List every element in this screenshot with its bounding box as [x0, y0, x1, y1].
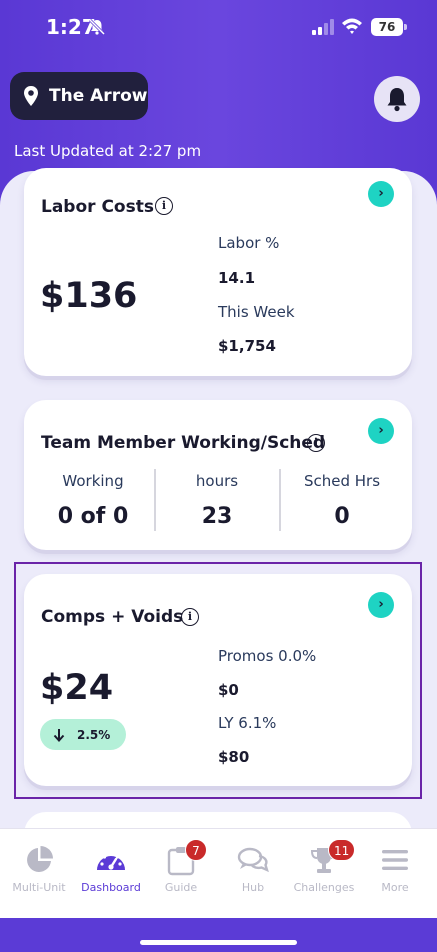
menu-icon: [382, 850, 408, 870]
location-selector[interactable]: The Arrow: [10, 72, 148, 120]
trend-badge: 2.5%: [40, 719, 126, 750]
location-pin-icon: [24, 86, 38, 106]
comps-voids-arrow-button[interactable]: ›: [368, 592, 394, 618]
location-name: The Arrow: [49, 86, 148, 106]
home-indicator[interactable]: [140, 940, 297, 945]
tab-hub[interactable]: Hub: [217, 843, 289, 894]
card-title: Labor Costs: [41, 197, 154, 217]
tab-guide[interactable]: 7 Guide: [145, 839, 217, 894]
challenges-badge: 11: [328, 839, 356, 861]
pie-chart-icon: [27, 846, 53, 872]
status-bar: 1:27 76: [0, 0, 437, 56]
labor-cost-value: $136: [40, 276, 138, 316]
bell-icon: [387, 88, 407, 112]
comps-voids-card[interactable]: › Comps + Voids i $24 2.5% Promos 0.0% $…: [24, 574, 412, 786]
comps-voids-value: $24: [40, 668, 114, 708]
working-label: Working: [62, 472, 124, 490]
team-member-arrow-button[interactable]: ›: [368, 418, 394, 444]
tab-challenges[interactable]: 11 Challenges: [288, 839, 360, 894]
labor-costs-card[interactable]: › Labor Costs i $136 Labor % 14.1 This W…: [24, 168, 412, 376]
labor-pct-label: Labor %: [218, 234, 280, 252]
last-updated-text: Last Updated at 2:27 pm: [14, 142, 202, 160]
card-title: Team Member Working/Sched: [41, 433, 326, 453]
arrow-down-icon: [53, 728, 65, 742]
notifications-button[interactable]: [374, 76, 420, 122]
tab-label: More: [381, 881, 409, 894]
this-week-label: This Week: [218, 303, 295, 321]
column-divider: [279, 469, 281, 531]
promos-label: Promos 0.0%: [218, 647, 317, 665]
labor-costs-arrow-button[interactable]: ›: [368, 181, 394, 207]
sched-hrs-value: 0: [334, 504, 350, 529]
tab-label: Multi-Unit: [12, 881, 66, 894]
battery-indicator: 76: [371, 18, 407, 36]
wifi-icon: [342, 18, 362, 34]
column-divider: [154, 469, 156, 531]
cellular-signal-icon: [312, 19, 334, 35]
tab-multi-unit[interactable]: Multi-Unit: [3, 843, 75, 894]
chat-bubbles-icon: [237, 847, 269, 873]
ly-value: $80: [218, 748, 250, 766]
team-member-card[interactable]: › Team Member Working/Sched i Working 0 …: [24, 400, 412, 550]
tab-dashboard[interactable]: Dashboard: [75, 843, 147, 894]
muted-bell-icon: [88, 18, 106, 36]
ly-label: LY 6.1%: [218, 714, 277, 732]
trend-value: 2.5%: [77, 727, 111, 742]
info-icon[interactable]: i: [155, 197, 173, 215]
bottom-safe-area: [0, 918, 437, 952]
tab-label: Challenges: [293, 881, 355, 894]
labor-pct-value: 14.1: [218, 269, 256, 287]
tab-more[interactable]: More: [359, 843, 431, 894]
guide-badge: 7: [185, 839, 207, 861]
promos-value: $0: [218, 681, 239, 699]
card-title: Comps + Voids: [41, 607, 184, 627]
info-icon[interactable]: i: [181, 608, 199, 626]
tab-label: Hub: [241, 881, 265, 894]
tab-label: Dashboard: [81, 881, 141, 894]
sched-hrs-label: Sched Hrs: [303, 472, 381, 490]
working-value: 0 of 0: [57, 504, 129, 529]
this-week-value: $1,754: [218, 337, 276, 355]
tab-label: Guide: [164, 881, 198, 894]
tab-bar: Multi-Unit Dashboard 7 Guide Hub 11 Chal…: [0, 828, 437, 918]
hours-label: hours: [195, 472, 239, 490]
speedometer-icon: [97, 851, 125, 870]
hours-value: 23: [201, 504, 233, 529]
info-icon[interactable]: i: [307, 434, 325, 452]
